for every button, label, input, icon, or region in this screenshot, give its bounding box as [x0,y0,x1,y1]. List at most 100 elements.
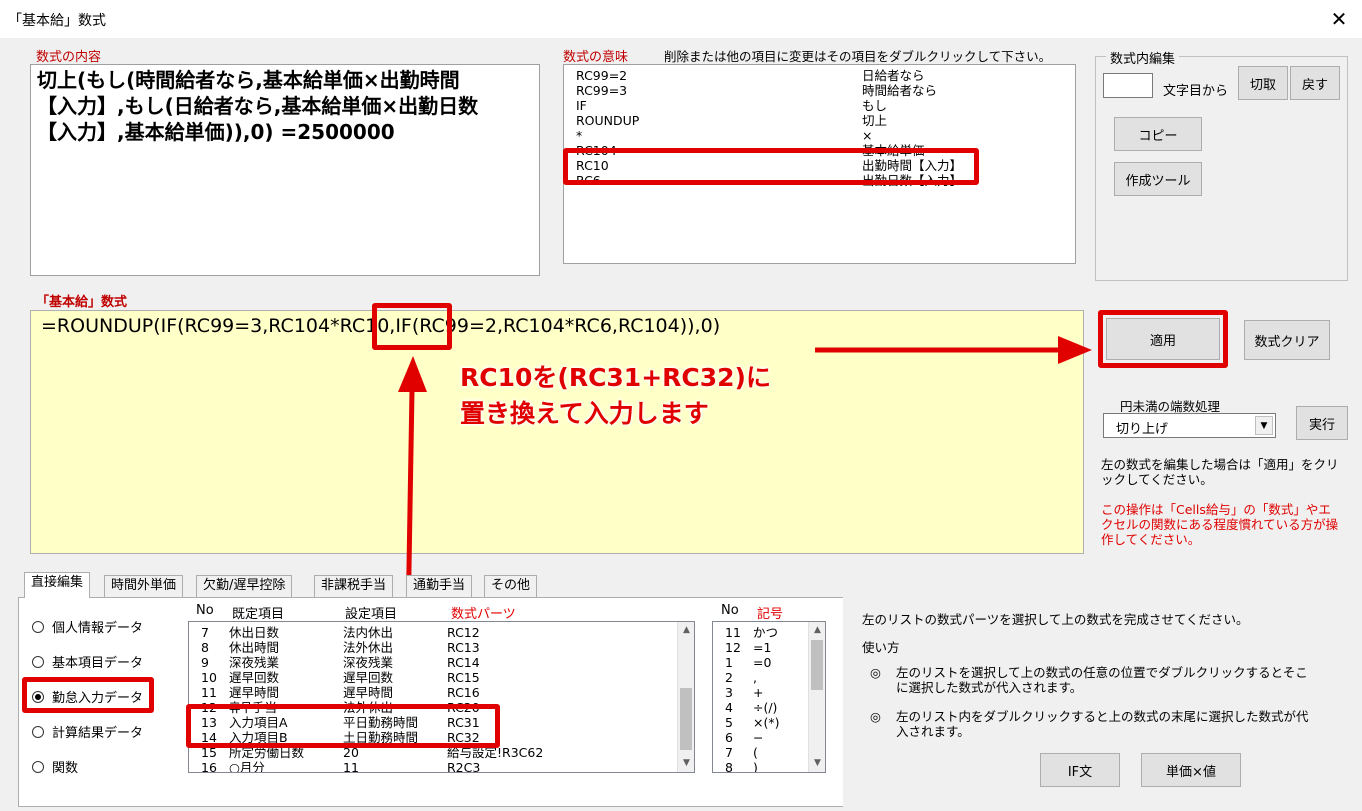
item-no: 11 [201,685,217,700]
symbol-no: 12 [725,640,741,655]
item-parts: R2C3 [447,760,481,773]
symbol-no: 6 [725,730,733,745]
symbol-value: ( [753,745,758,760]
items-list[interactable]: 7 休出日数 法内休出 RC12 8 休出時間 法外休出 RC13 9 深夜残業 深夜残業 RC1… [188,621,695,773]
help-intro: 左のリストの数式パーツを選択して上の数式を完成させてください。 [862,612,1249,627]
radio-dot[interactable] [32,655,44,668]
annotation-line1: RC10を(RC31+RC32)に [460,363,771,392]
radio-dot[interactable] [32,760,44,773]
item-no: 8 [201,640,209,655]
help-item-2: 左のリスト内をダブルクリックすると上の数式の末尾に選択した数式が代入されます。 [896,709,1309,739]
scroll-down-icon[interactable]: ▼ [809,755,825,772]
item-parts: RC12 [447,625,480,640]
tab-direct-edit[interactable]: 直接編集 [24,572,91,598]
tab-other[interactable]: その他 [484,575,538,597]
symbol-no: 5 [725,715,733,730]
radio-label: 関数 [52,761,79,776]
unit-price-value-button[interactable]: 単価×値 [1141,753,1241,787]
scroll-up-icon[interactable]: ▲ [678,622,694,639]
symbol-no: 8 [725,760,733,773]
symbol-value: =0 [753,655,772,670]
symbol-value: ) [753,760,758,773]
list-item[interactable]: 11 遅早時間 遅早時間 RC16 [189,685,694,700]
highlight-frame-apply [1098,310,1228,368]
tab-absence-deduction[interactable]: 欠勤/遅早控除 [196,575,293,597]
item-parts: RC13 [447,640,480,655]
symbols-header-no: No [721,603,739,618]
item-setting: 11 [343,760,359,773]
symbols-list[interactable]: 11 かつ 12 =1 1 =0 2, 3 + 4 ÷(/) 5 ×(*) 6 − 7 ( 8)… [712,621,826,773]
symbols-header-symbol: 記号 [757,607,784,622]
symbol-value: + [753,685,764,700]
symbol-no: 2 [725,670,733,685]
item-setting: 法外休出 [343,640,394,655]
radio-label: 基本項目データ [52,656,144,671]
symbol-no: 1 [725,655,733,670]
radio-label: 計算結果データ [52,726,144,741]
tab-nontaxable-allowance[interactable]: 非課税手当 [314,575,394,597]
scroll-thumb[interactable] [811,640,823,690]
item-no: 16 [201,760,217,773]
radio-calc-results[interactable]: 計算結果データ [32,722,143,741]
rounding-selected: 切り上げ [1116,422,1169,437]
item-default: 遅早時間 [229,685,280,700]
items-header-default: 既定項目 [232,607,285,622]
arrowhead-apply-icon [1058,336,1092,364]
radio-basic-items[interactable]: 基本項目データ [32,652,143,671]
symbol-value: − [753,730,764,745]
radio-dot[interactable] [32,725,44,738]
item-no: 9 [201,655,209,670]
if-statement-button[interactable]: IF文 [1040,753,1120,787]
tab-commute-allowance[interactable]: 通勤手当 [406,575,473,597]
items-header-no: No [196,603,214,618]
highlight-frame-input-items [186,704,500,748]
highlight-frame-attendance [22,677,154,713]
symbol-no: 4 [725,700,733,715]
item-setting: 遅早時間 [343,685,394,700]
symbol-no: 7 [725,745,733,760]
items-scrollbar[interactable]: ▲ ▼ [677,622,694,772]
items-header-setting: 設定項目 [345,607,398,622]
list-item[interactable]: 7 休出日数 法内休出 RC12 [189,625,694,640]
chevron-down-icon[interactable]: ▼ [1255,416,1273,435]
symbol-value: =1 [753,640,772,655]
symbol-value: ×(*) [753,715,780,730]
radio-personal-data[interactable]: 個人情報データ [32,617,143,636]
list-item[interactable]: 9 深夜残業 深夜残業 RC14 [189,655,694,670]
symbol-no: 3 [725,685,733,700]
rounding-select[interactable]: 切り上げ ▼ [1103,413,1276,438]
item-no: 7 [201,625,209,640]
scroll-up-icon[interactable]: ▲ [809,622,825,639]
items-header-parts: 数式パーツ [451,607,516,622]
warning-note: この操作は「Cells給与」の「数式」やエクセルの関数にある程度慣れている方が操… [1101,502,1339,547]
scroll-down-icon[interactable]: ▼ [678,755,694,772]
item-setting: 法内休出 [343,625,394,640]
scroll-thumb[interactable] [680,688,692,750]
item-parts: RC16 [447,685,480,700]
symbol-no: 11 [725,625,741,640]
help-item-1: 左のリストを選択して上の数式の任意の位置でダブルクリックするとそこに選択した数式… [896,665,1308,695]
symbol-value: ÷(/) [753,700,778,715]
list-item[interactable]: 8 休出時間 法外休出 RC13 [189,640,694,655]
symbol-value: , [753,670,757,685]
edit-note: 左の数式を編集した場合は「適用」をクリックしてください。 [1101,457,1339,487]
clear-formula-button[interactable]: 数式クリア [1244,320,1330,360]
list-item[interactable]: 16 ○月分 11 R2C3 [189,760,694,773]
radio-label: 個人情報データ [52,621,144,636]
radio-functions[interactable]: 関数 [32,757,78,776]
symbols-scrollbar[interactable]: ▲ ▼ [808,622,825,772]
item-default: 休出時間 [229,640,280,655]
item-setting: 深夜残業 [343,655,394,670]
item-parts: RC14 [447,655,480,670]
help-usage-title: 使い方 [862,640,900,655]
annotation-line2: 置き換えて入力します [460,399,709,428]
tab-overtime-rate[interactable]: 時間外単価 [104,575,184,597]
execute-button[interactable]: 実行 [1296,406,1348,440]
item-default: 深夜残業 [229,655,280,670]
item-default: 遅早回数 [229,670,280,685]
radio-dot[interactable] [32,620,44,633]
list-item[interactable]: 10 遅早回数 遅早回数 RC15 [189,670,694,685]
bullet-icon: ◎ [870,665,881,680]
item-default: ○月分 [229,760,265,773]
symbol-value: かつ [753,625,779,640]
